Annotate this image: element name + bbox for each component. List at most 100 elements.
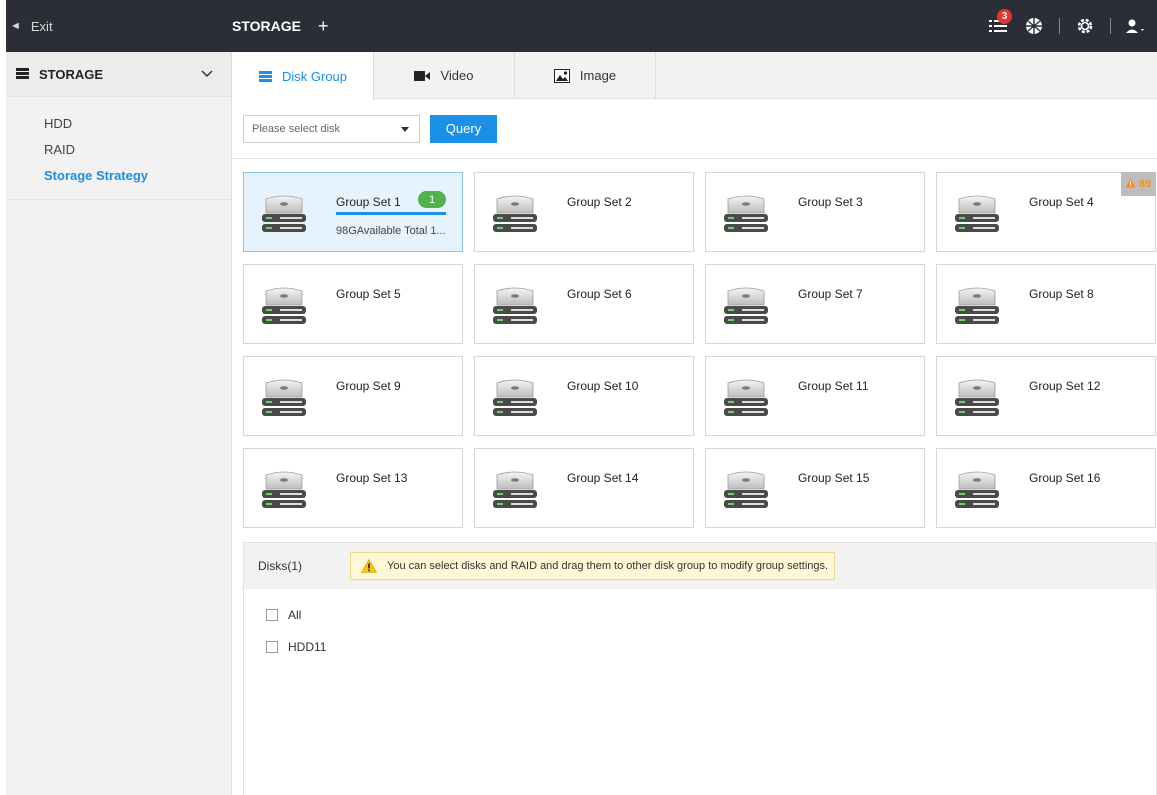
- task-list-icon[interactable]: 3: [987, 9, 1012, 37]
- group-set-title: Group Set 7: [798, 287, 863, 301]
- video-icon: [414, 70, 431, 81]
- checkbox[interactable]: [266, 641, 278, 653]
- disk-select[interactable]: Please select disk: [243, 114, 420, 143]
- group-set-title: Group Set 8: [1029, 287, 1094, 301]
- hard-disk-icon: [260, 195, 308, 238]
- tab-label: Disk Group: [281, 68, 348, 84]
- tab-label: Video: [440, 68, 474, 83]
- globe-icon[interactable]: [1023, 15, 1045, 37]
- group-set-title: Group Set 1: [336, 195, 401, 209]
- warning-badge[interactable]: 89: [1121, 172, 1156, 196]
- group-set-card[interactable]: Group Set 6: [474, 264, 694, 344]
- topbar-actions: 3: [987, 0, 1147, 52]
- sidebar-item-raid[interactable]: RAID: [6, 137, 231, 163]
- group-set-card[interactable]: Group Set 14: [474, 448, 694, 528]
- available-capacity: 98GAvailable Total 1...: [336, 225, 446, 237]
- group-set-title: Group Set 4: [1029, 195, 1094, 209]
- hard-disk-icon: [722, 471, 770, 514]
- group-set-title: Group Set 6: [567, 287, 632, 301]
- group-set-card[interactable]: Group Set 16: [936, 448, 1156, 528]
- group-set-card[interactable]: Group Set 10: [474, 356, 694, 436]
- disks-header: Disks(1) You can select disks and RAID a…: [244, 543, 1156, 589]
- tab-disk-group[interactable]: Disk Group: [233, 52, 374, 100]
- hard-disk-icon: [491, 379, 539, 422]
- app-tab-title[interactable]: STORAGE: [232, 0, 301, 52]
- back-arrow-icon: ◄: [10, 20, 21, 32]
- hard-disk-icon: [722, 379, 770, 422]
- hard-disk-icon: [260, 287, 308, 330]
- disk-group-icon: [258, 70, 272, 82]
- group-set-card[interactable]: Group Set 11: [705, 356, 925, 436]
- hard-disk-icon: [953, 471, 1001, 514]
- group-set-card[interactable]: Group Set 9: [243, 356, 463, 436]
- sidebar-header[interactable]: STORAGE: [6, 52, 231, 97]
- group-set-title: Group Set 16: [1029, 471, 1101, 485]
- drag-tip-text: You can select disks and RAID and drag t…: [387, 560, 829, 572]
- tab-label: Image: [579, 68, 617, 83]
- checkbox-label: HDD11: [288, 640, 327, 654]
- group-set-card[interactable]: Group Set 7: [705, 264, 925, 344]
- disks-panel: Disks(1) You can select disks and RAID a…: [243, 542, 1157, 795]
- sidebar-menu: HDD RAID Storage Strategy: [6, 97, 231, 200]
- add-tab-button[interactable]: +: [318, 0, 329, 52]
- user-icon[interactable]: [1125, 15, 1147, 37]
- separator: [1059, 18, 1060, 34]
- sidebar-title: STORAGE: [39, 66, 104, 82]
- group-set-grid: Group Set 1 1 98GAvailable Total 1... Group…: [233, 160, 1157, 532]
- group-set-title: Group Set 5: [336, 287, 401, 301]
- disk-count-badge: 1: [418, 191, 446, 208]
- caret-down-icon: [401, 126, 409, 132]
- disk-select-placeholder: Please select disk: [252, 122, 341, 135]
- group-set-title: Group Set 15: [798, 471, 870, 485]
- group-set-card[interactable]: Group Set 8: [936, 264, 1156, 344]
- group-set-title: Group Set 11: [798, 379, 869, 393]
- drag-tip: You can select disks and RAID and drag t…: [350, 552, 836, 580]
- tab-bar: Disk Group Video Image: [233, 52, 1157, 100]
- group-set-card[interactable]: Group Set 5: [243, 264, 463, 344]
- sidebar-item-storage-strategy[interactable]: Storage Strategy: [6, 163, 231, 189]
- hard-disk-icon: [260, 471, 308, 514]
- disks-count-label: Disks(1): [258, 559, 302, 573]
- group-set-card[interactable]: Group Set 3: [705, 172, 925, 252]
- chevron-down-icon[interactable]: [201, 66, 213, 81]
- group-set-card[interactable]: Group Set 12: [936, 356, 1156, 436]
- exit-button[interactable]: ◄ Exit: [10, 0, 236, 52]
- top-bar: ◄ Exit STORAGE + 3: [6, 0, 1157, 52]
- sidebar-item-hdd[interactable]: HDD: [6, 111, 231, 137]
- hard-disk-icon: [491, 287, 539, 330]
- query-bar: Please select disk Query: [233, 99, 1157, 159]
- sidebar: STORAGE HDD RAID Storage Strategy: [6, 52, 232, 795]
- image-icon: [553, 68, 570, 83]
- hard-disk-icon: [491, 471, 539, 514]
- tab-image[interactable]: Image: [515, 52, 656, 99]
- group-set-title: Group Set 12: [1029, 379, 1101, 393]
- group-set-title: Group Set 13: [336, 471, 408, 485]
- group-set-title: Group Set 9: [336, 379, 401, 393]
- group-set-card[interactable]: Group Set 15: [705, 448, 925, 528]
- tab-video[interactable]: Video: [374, 52, 515, 99]
- exit-label: Exit: [30, 18, 53, 34]
- settings-icon[interactable]: [1074, 15, 1096, 37]
- disk-checkbox-hdd11[interactable]: HDD11: [244, 631, 1156, 663]
- group-set-card[interactable]: Group Set 4 89: [936, 172, 1156, 252]
- main-content: Disk Group Video Image Please select dis…: [233, 52, 1157, 795]
- query-button[interactable]: Query: [430, 114, 497, 143]
- group-set-card[interactable]: Group Set 13: [243, 448, 463, 528]
- group-set-title: Group Set 2: [567, 195, 632, 209]
- separator: [1110, 18, 1111, 34]
- group-set-title: Group Set 3: [798, 195, 863, 209]
- group-set-title: Group Set 10: [567, 379, 639, 393]
- warning-icon: [361, 559, 377, 573]
- hard-disk-icon: [491, 195, 539, 238]
- group-set-card[interactable]: Group Set 2: [474, 172, 694, 252]
- group-set-title: Group Set 14: [567, 471, 639, 485]
- hard-disk-icon: [722, 195, 770, 238]
- hard-disk-icon: [953, 195, 1001, 238]
- storage-list-icon: [16, 67, 29, 82]
- hard-disk-icon: [953, 379, 1001, 422]
- disk-checkbox-all[interactable]: All: [244, 599, 1156, 631]
- checkbox-label: All: [288, 608, 302, 622]
- hard-disk-icon: [722, 287, 770, 330]
- checkbox[interactable]: [266, 609, 278, 621]
- group-set-card[interactable]: Group Set 1 1 98GAvailable Total 1...: [243, 172, 463, 252]
